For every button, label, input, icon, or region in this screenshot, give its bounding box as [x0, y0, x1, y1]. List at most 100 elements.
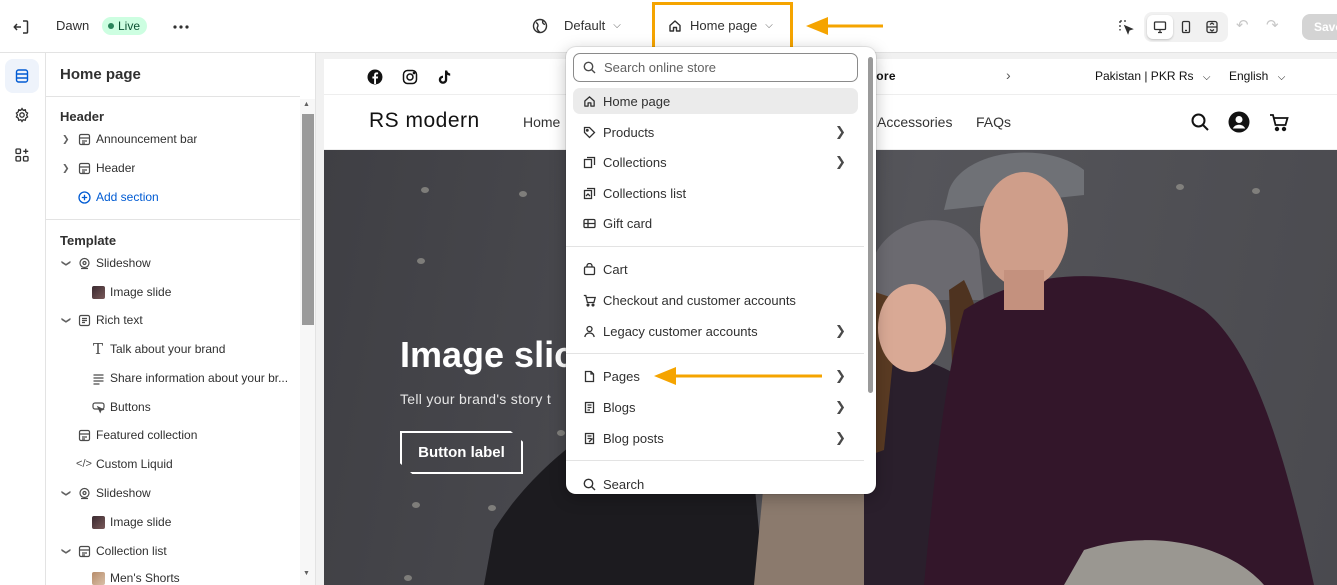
status-dot-icon: [108, 23, 114, 29]
chevron-right-icon: ❯: [835, 399, 846, 414]
section-row[interactable]: ❯ Rich text: [46, 309, 300, 331]
section-row[interactable]: ❯ Header: [46, 157, 300, 179]
dropdown-item-search[interactable]: Search: [573, 471, 858, 494]
block-label: Talk about your brand: [110, 342, 226, 356]
dropdown-item-legacy-accounts[interactable]: Legacy customer accounts ❯: [573, 318, 858, 344]
editor-topbar: Dawn Live Default ⌵ Home page ⌵ ↶ ↷ Sav: [0, 0, 1337, 53]
section-row[interactable]: ❯ Collection list: [46, 540, 300, 562]
hero-button[interactable]: Button label: [400, 431, 523, 474]
theme-name: Dawn: [56, 18, 90, 33]
dropdown-scroll-thumb[interactable]: [868, 57, 873, 393]
dropdown-item-cart[interactable]: Cart: [573, 256, 858, 282]
dropdown-item-label: Home page: [603, 93, 671, 109]
save-button[interactable]: Save: [1302, 14, 1337, 40]
theme-settings-icon[interactable]: [532, 18, 548, 34]
divider: [46, 219, 300, 220]
search-icon: [582, 477, 596, 491]
sidebar-scroll-thumb[interactable]: [302, 114, 314, 325]
chevron-down-icon: ⌵: [765, 20, 773, 31]
chevron-down-icon[interactable]: ❯: [61, 547, 72, 555]
featured-collection-icon: [77, 428, 91, 442]
home-icon: [582, 94, 596, 108]
dropdown-item-blogs[interactable]: Blogs ❯: [573, 394, 858, 420]
scroll-up-icon[interactable]: ▲: [303, 101, 310, 108]
redo-icon[interactable]: ↷: [1266, 16, 1279, 34]
chevron-down-icon: ⌵: [1277, 72, 1286, 83]
section-row[interactable]: ❯ Slideshow: [46, 252, 300, 274]
dropdown-item-blog-posts[interactable]: Blog posts ❯: [573, 425, 858, 451]
section-row[interactable]: ❯ Announcement bar: [46, 128, 300, 150]
chevron-right-icon[interactable]: ›: [1006, 67, 1011, 83]
search-placeholder: Search online store: [604, 60, 717, 75]
add-section-label: Add section: [96, 190, 159, 204]
facebook-icon[interactable]: [367, 69, 383, 85]
apps-icon[interactable]: [5, 138, 39, 172]
gift-card-icon: [582, 216, 596, 230]
section-label: Custom Liquid: [96, 457, 173, 471]
block-label: Share information about your br...: [110, 371, 289, 385]
block-row[interactable]: T Talk about your brand: [46, 338, 300, 360]
divider: [566, 460, 864, 461]
chevron-down-icon[interactable]: ❯: [61, 259, 72, 267]
gear-icon[interactable]: [5, 98, 39, 132]
dropdown-item-label: Collections list: [603, 185, 687, 201]
section-row[interactable]: Featured collection: [46, 424, 300, 446]
block-row[interactable]: Buttons: [46, 396, 300, 418]
dropdown-item-products[interactable]: Products ❯: [573, 119, 858, 145]
sections-icon[interactable]: [5, 59, 39, 93]
theme-select[interactable]: Default ⌵: [564, 18, 621, 33]
more-actions-icon[interactable]: [170, 16, 192, 38]
exit-icon[interactable]: [12, 16, 34, 38]
mobile-view-icon[interactable]: [1173, 15, 1199, 39]
section-row[interactable]: </> Custom Liquid: [46, 453, 300, 475]
country-selector[interactable]: Pakistan | PKR Rs ⌵: [1095, 69, 1210, 83]
search-online-store-input[interactable]: Search online store: [573, 53, 858, 82]
desktop-view-icon[interactable]: [1147, 15, 1173, 39]
block-label: Image slide: [110, 515, 172, 529]
block-row[interactable]: Image slide: [46, 281, 300, 303]
block-row[interactable]: Share information about your br...: [46, 367, 300, 389]
inspector-icon[interactable]: [1115, 16, 1137, 38]
block-row[interactable]: Men's Shorts: [46, 567, 300, 585]
rich-text-icon: [77, 313, 91, 327]
annotation-arrow-icon: [654, 367, 822, 385]
paragraph-icon: [91, 371, 105, 385]
country-label: Pakistan | PKR Rs: [1095, 69, 1194, 83]
collection-list-icon: [77, 544, 91, 558]
fullscreen-view-icon[interactable]: [1199, 15, 1225, 39]
nav-link-home[interactable]: Home: [523, 114, 560, 130]
plus-circle-icon: [77, 190, 91, 204]
page-select[interactable]: Home page ⌵: [668, 18, 773, 33]
section-label: Announcement bar: [96, 132, 198, 146]
tiktok-icon[interactable]: [436, 69, 452, 85]
search-icon[interactable]: [1189, 111, 1211, 133]
section-row[interactable]: ❯ Slideshow: [46, 482, 300, 504]
block-row[interactable]: Image slide: [46, 511, 300, 533]
dropdown-item-checkout[interactable]: Checkout and customer accounts: [573, 287, 858, 313]
nav-link-faqs[interactable]: FAQs: [976, 114, 1011, 130]
dropdown-item-collections-list[interactable]: Collections list: [573, 180, 858, 206]
section-label: Slideshow: [96, 486, 151, 500]
dropdown-item-gift-card[interactable]: Gift card: [573, 210, 858, 236]
undo-icon[interactable]: ↶: [1236, 16, 1249, 34]
cart-icon[interactable]: [1268, 111, 1290, 133]
language-selector[interactable]: English ⌵: [1229, 69, 1285, 83]
chevron-right-icon[interactable]: ❯: [62, 163, 70, 174]
chevron-down-icon[interactable]: ❯: [61, 316, 72, 324]
store-logo[interactable]: RS modern: [369, 109, 480, 133]
collection-icon: [582, 155, 596, 169]
add-section-button[interactable]: Add section: [46, 186, 300, 208]
scroll-down-icon[interactable]: ▼: [303, 570, 310, 577]
collections-list-icon: [582, 186, 596, 200]
nav-link-accessories[interactable]: Accessories: [877, 114, 952, 130]
account-icon[interactable]: [1228, 111, 1250, 133]
chevron-down-icon[interactable]: ❯: [61, 489, 72, 497]
viewport-toggle: [1144, 12, 1228, 42]
instagram-icon[interactable]: [402, 69, 418, 85]
section-label: Featured collection: [96, 428, 198, 442]
dropdown-item-home-page[interactable]: Home page: [573, 88, 858, 114]
dropdown-item-collections[interactable]: Collections ❯: [573, 149, 858, 175]
chevron-right-icon[interactable]: ❯: [62, 134, 70, 145]
chevron-right-icon: ❯: [835, 368, 846, 383]
dropdown-item-label: Gift card: [603, 215, 653, 231]
